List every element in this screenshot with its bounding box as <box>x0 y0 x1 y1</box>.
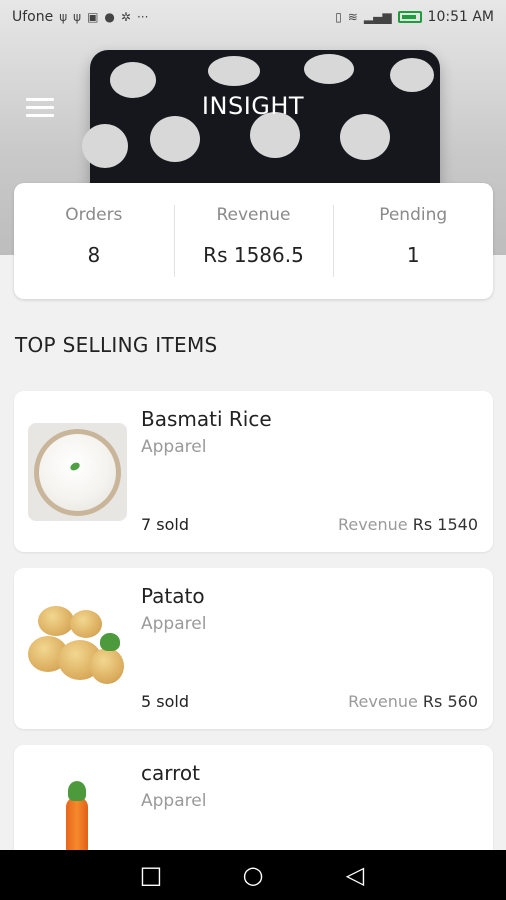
system-navigation-bar: □ ○ ◁ <box>0 850 506 900</box>
more-notifications: ··· <box>136 10 149 24</box>
item-name: Basmati Rice <box>141 407 272 431</box>
stat-value: Rs 1586.5 <box>203 243 304 267</box>
item-image <box>28 423 127 521</box>
notification-icon: ▣ <box>87 10 99 24</box>
item-category: Apparel <box>141 614 207 634</box>
status-bar: Ufone ψ ψ ▣ ● ✲ ··· ▯ ≋ ▂▄▆ 10:51 AM <box>0 0 506 34</box>
revenue-label: Revenue <box>348 692 418 711</box>
stat-label: Orders <box>65 205 123 225</box>
carrier-name: Ufone <box>12 9 54 25</box>
stat-label: Pending <box>379 205 448 225</box>
item-category: Apparel <box>141 791 207 811</box>
item-sold-count: 7 sold <box>141 515 189 534</box>
item-name: Patato <box>141 584 205 608</box>
item-revenue: Revenue Rs 560 <box>348 692 478 711</box>
home-button[interactable]: ○ <box>233 861 273 889</box>
status-left: Ufone ψ ψ ▣ ● ✲ ··· <box>12 9 148 25</box>
page-title: INSIGHT <box>201 92 305 120</box>
revenue-label: Revenue <box>337 515 408 534</box>
stat-orders[interactable]: Orders 8 <box>14 183 174 299</box>
revenue-value: Rs 1540 <box>412 515 478 534</box>
stat-value: 8 <box>87 243 101 267</box>
usb-icon: ψ <box>59 10 68 24</box>
top-item-card-patato[interactable]: Patato Apparel 5 sold Revenue Rs 560 <box>14 568 493 729</box>
wifi-icon: ≋ <box>347 10 358 24</box>
item-name: carrot <box>141 761 200 785</box>
revenue-value: Rs 560 <box>422 692 478 711</box>
back-button[interactable]: ◁ <box>335 861 375 889</box>
recents-button[interactable]: □ <box>131 861 171 889</box>
stat-pending[interactable]: Pending 1 <box>333 183 493 299</box>
item-revenue: Revenue Rs 1540 <box>338 515 478 534</box>
section-title: TOP SELLING ITEMS <box>15 333 218 357</box>
signal-icon: ▂▄▆ <box>363 10 392 24</box>
vpn-icon: ● <box>104 10 115 24</box>
settings-icon: ✲ <box>120 10 131 24</box>
item-category: Apparel <box>141 437 207 457</box>
vibrate-icon: ▯ <box>335 10 342 24</box>
stat-revenue[interactable]: Revenue Rs 1586.5 <box>173 183 334 299</box>
clock: 10:51 AM <box>427 9 494 25</box>
item-sold-count: 5 sold <box>141 692 189 711</box>
battery-icon <box>397 11 422 23</box>
usb-icon: ψ <box>73 10 82 24</box>
stat-value: 1 <box>406 243 420 267</box>
item-image <box>28 598 128 698</box>
stats-summary-card: Orders 8 Revenue Rs 1586.5 Pending 1 <box>14 183 493 299</box>
top-item-card-basmati-rice[interactable]: Basmati Rice Apparel 7 sold Revenue Rs 1… <box>14 391 493 552</box>
status-right: ▯ ≋ ▂▄▆ 10:51 AM <box>335 9 494 25</box>
stat-label: Revenue <box>216 205 291 225</box>
